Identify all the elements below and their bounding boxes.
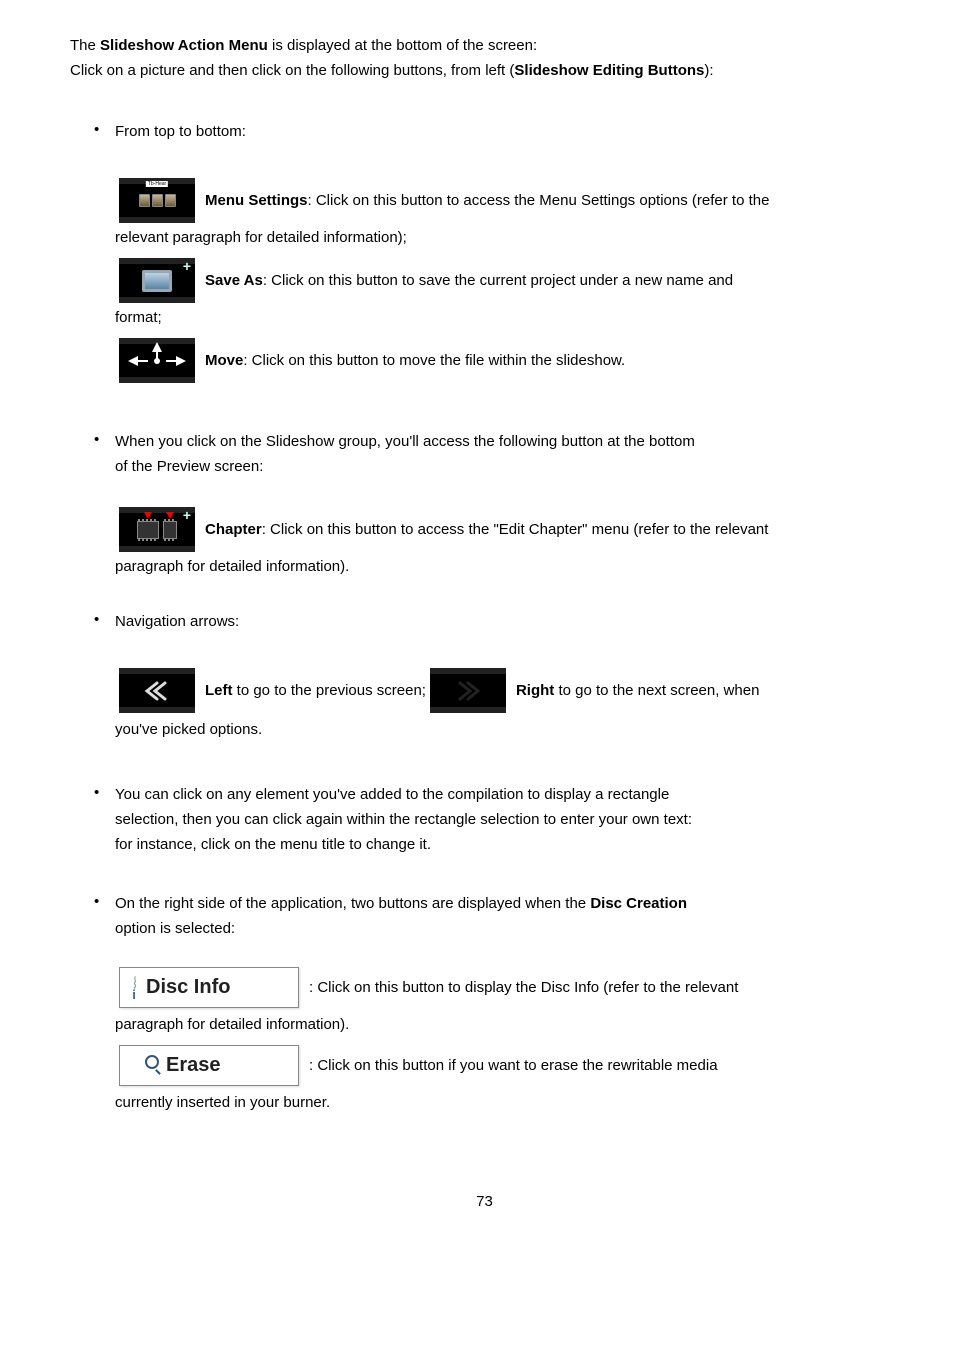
bullet-nav-arrows: Navigation arrows: Left to go to the pre… [70,611,899,778]
bullet-top-actions: From top to bottom: Tb-Hear Menu Setting… [70,121,899,425]
bullet-click-edit: You can click on any element you've adde… [70,784,899,887]
menu-settings-icon: Tb-Hear [119,178,195,223]
disc-info-button[interactable]: Disc Info [119,967,299,1008]
intro-line-1: The Slideshow Action Menu is displayed a… [70,35,899,56]
bullet-disc-creation: On the right side of the application, tw… [70,893,899,1113]
page-number: 73 [70,1193,899,1210]
disc-info-icon [134,976,136,999]
nav-right-icon [430,668,506,713]
intro-line-2: Click on a picture and then click on the… [70,60,899,81]
move-icon [119,338,195,383]
save-as-icon [119,258,195,303]
bullet-slideshow-group: When you click on the Slideshow group, y… [70,431,899,605]
erase-button[interactable]: Erase [119,1045,299,1086]
nav-left-icon [119,668,195,713]
chapter-icon [119,507,195,552]
